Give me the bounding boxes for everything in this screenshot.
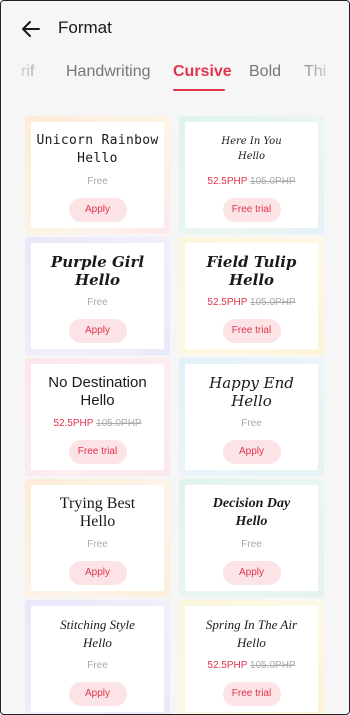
apply-button[interactable]: Apply xyxy=(68,319,127,343)
font-card[interactable]: No Destination Hello 52.5PHP 105.0PHP Fr… xyxy=(25,358,170,476)
apply-button[interactable]: Apply xyxy=(222,561,281,585)
font-card-body: Happy End Hello Free Apply xyxy=(185,364,318,470)
font-card-body: Spring In The Air Hello 52.5PHP 105.0PHP… xyxy=(185,606,318,712)
price-line: Free xyxy=(31,176,164,187)
font-preview: Trying Best Hello xyxy=(31,495,164,531)
font-preview-name: Happy End xyxy=(209,374,294,392)
free-label: Free xyxy=(87,297,108,308)
price-line: 52.5PHP 105.0PHP xyxy=(185,176,318,187)
font-preview-name: Stitching Style xyxy=(60,617,135,632)
font-preview-name: Decision Day xyxy=(212,496,291,511)
font-card-body: No Destination Hello 52.5PHP 105.0PHP Fr… xyxy=(31,364,164,470)
tab-bold[interactable]: Bold xyxy=(249,63,281,81)
font-preview-hello: Hello xyxy=(235,514,268,529)
font-card-body: Field Tulip Hello 52.5PHP 105.0PHP Free … xyxy=(185,243,318,349)
font-preview-hello: Hello xyxy=(83,635,112,650)
price-line: Free xyxy=(31,660,164,671)
font-card-body: Purple Girl Hello Free Apply xyxy=(31,243,164,349)
price-line: Free xyxy=(185,418,318,429)
font-preview: Here In You Hello xyxy=(185,134,318,164)
apply-button[interactable]: Apply xyxy=(68,561,127,585)
font-card[interactable]: Unicorn Rainbow Hello Free Apply xyxy=(25,116,170,234)
price-line: Free xyxy=(31,539,164,550)
free-trial-button[interactable]: Free trial xyxy=(222,198,281,222)
price-line: Free xyxy=(31,297,164,308)
font-card[interactable]: Spring In The Air Hello 52.5PHP 105.0PHP… xyxy=(179,600,324,714)
free-label: Free xyxy=(241,418,262,429)
font-preview-name: Field Tulip xyxy=(206,253,297,271)
font-preview: Spring In The Air Hello xyxy=(185,616,318,652)
free-label: Free xyxy=(87,539,108,550)
price-line: 52.5PHP 105.0PHP xyxy=(31,418,164,429)
font-card-body: Decision Day Hello Free Apply xyxy=(185,485,318,591)
font-preview-name: Spring In The Air xyxy=(205,617,298,632)
tab-serif[interactable]: rif xyxy=(21,63,34,81)
font-card[interactable]: Happy End Hello Free Apply xyxy=(179,358,324,476)
price-line: 52.5PHP 105.0PHP xyxy=(185,660,318,671)
page-title: Format xyxy=(58,18,112,37)
font-preview-name: Here In You xyxy=(221,136,282,147)
font-preview-hello: Hello xyxy=(74,271,121,289)
font-preview: Happy End Hello xyxy=(185,374,318,410)
font-preview-name: Purple Girl xyxy=(50,253,145,271)
font-preview: Unicorn Rainbow Hello xyxy=(31,132,164,168)
font-preview-hello: Hello xyxy=(231,392,272,410)
apply-button[interactable]: Apply xyxy=(68,682,127,706)
font-card[interactable]: Purple Girl Hello Free Apply xyxy=(25,237,170,355)
font-preview-hello: Hello xyxy=(79,513,116,530)
font-preview-hello: Hello xyxy=(228,271,275,289)
active-tab-indicator xyxy=(173,89,225,91)
free-label: Free xyxy=(241,539,262,550)
tab-handwriting[interactable]: Handwriting xyxy=(66,63,150,81)
free-label: Free xyxy=(87,176,108,187)
free-trial-button[interactable]: Free trial xyxy=(222,682,281,706)
original-price: 105.0PHP xyxy=(250,297,296,308)
tab-cursive[interactable]: Cursive xyxy=(173,63,232,81)
apply-button[interactable]: Apply xyxy=(68,198,127,222)
tab-thin[interactable]: Thi xyxy=(304,63,326,81)
font-preview: No Destination Hello xyxy=(31,374,164,410)
price-line: 52.5PHP 105.0PHP xyxy=(185,297,318,308)
font-preview-hello: Hello xyxy=(80,392,115,409)
sale-price: 52.5PHP xyxy=(207,176,248,187)
font-preview: Field Tulip Hello xyxy=(185,253,318,289)
font-preview: Decision Day Hello xyxy=(185,495,318,531)
free-trial-button[interactable]: Free trial xyxy=(68,440,127,464)
original-price: 105.0PHP xyxy=(250,176,296,187)
font-preview-name: No Destination xyxy=(48,374,147,391)
font-preview-hello: Hello xyxy=(237,635,266,650)
font-card[interactable]: Here In You Hello 52.5PHP 105.0PHP Free … xyxy=(179,116,324,234)
font-preview-hello: Hello xyxy=(237,151,266,162)
free-label: Free xyxy=(87,660,108,671)
free-trial-button[interactable]: Free trial xyxy=(222,319,281,343)
font-card[interactable]: Trying Best Hello Free Apply xyxy=(25,479,170,597)
apply-button[interactable]: Apply xyxy=(222,440,281,464)
back-arrow-icon[interactable] xyxy=(19,17,43,41)
original-price: 105.0PHP xyxy=(96,418,142,429)
font-card-body: Trying Best Hello Free Apply xyxy=(31,485,164,591)
sale-price: 52.5PHP xyxy=(207,660,248,671)
format-screen: Format rif Handwriting Cursive Bold Thi … xyxy=(0,0,350,715)
font-preview-name: Trying Best xyxy=(59,495,136,512)
sale-price: 52.5PHP xyxy=(207,297,248,308)
font-card[interactable]: Field Tulip Hello 52.5PHP 105.0PHP Free … xyxy=(179,237,324,355)
font-card[interactable]: Decision Day Hello Free Apply xyxy=(179,479,324,597)
font-preview: Stitching Style Hello xyxy=(31,616,164,652)
font-preview-hello: Hello xyxy=(77,151,118,166)
font-preview: Purple Girl Hello xyxy=(31,253,164,289)
font-card-body: Here In You Hello 52.5PHP 105.0PHP Free … xyxy=(185,122,318,228)
font-card[interactable]: Stitching Style Hello Free Apply xyxy=(25,600,170,714)
font-preview-name: Unicorn Rainbow xyxy=(36,133,159,148)
font-card-body: Unicorn Rainbow Hello Free Apply xyxy=(31,122,164,228)
original-price: 105.0PHP xyxy=(250,660,296,671)
top-app-bar: Format xyxy=(1,1,349,57)
font-card-body: Stitching Style Hello Free Apply xyxy=(31,606,164,712)
sale-price: 52.5PHP xyxy=(53,418,94,429)
price-line: Free xyxy=(185,539,318,550)
